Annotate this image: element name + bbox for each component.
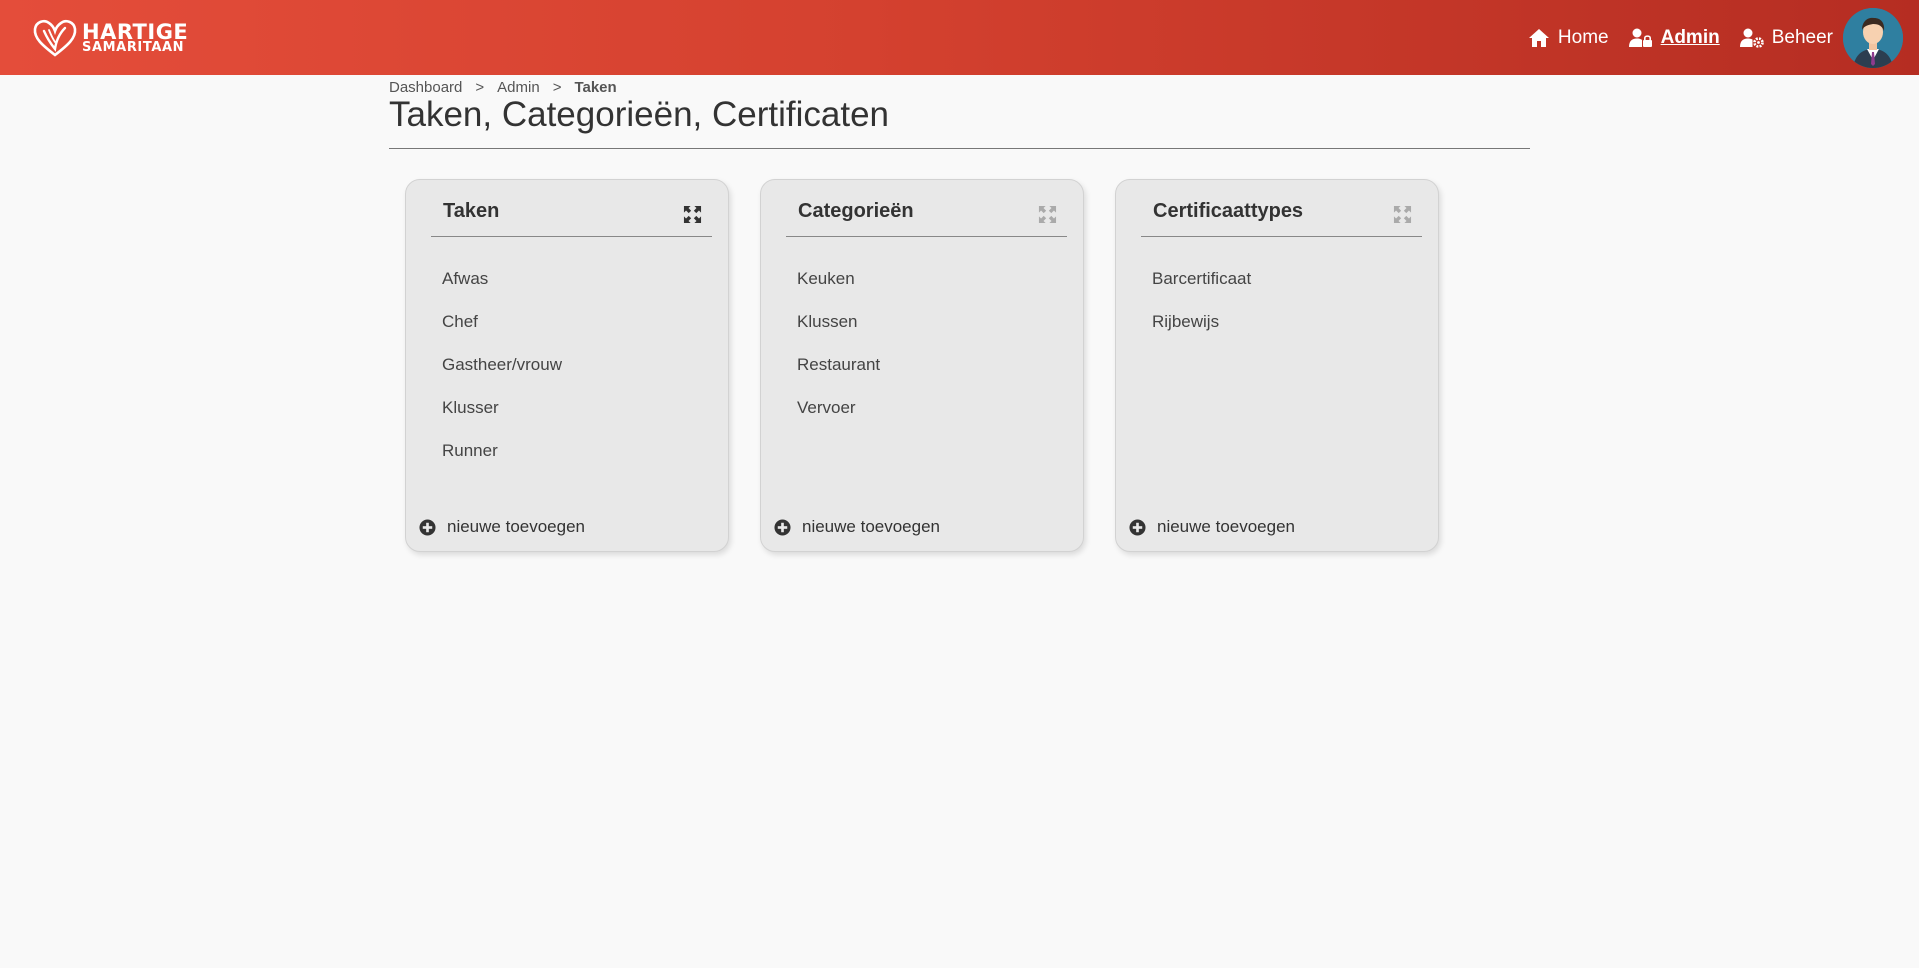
card-header: Categorieën xyxy=(786,180,1067,237)
list-item[interactable]: Restaurant xyxy=(797,354,880,397)
list-item[interactable]: Barcertificaat xyxy=(1152,268,1251,311)
nav-admin-link[interactable]: Admin xyxy=(1628,26,1720,49)
add-new-label: nieuwe toevoegen xyxy=(447,517,586,536)
card-header: Taken xyxy=(431,180,712,237)
brand-logo[interactable]: HARTIGE SAMARITAAN xyxy=(32,18,188,58)
title-divider xyxy=(389,148,1530,149)
card-header: Certificaattypes xyxy=(1141,180,1422,237)
list-item[interactable]: Runner xyxy=(442,440,562,483)
avatar-person-icon xyxy=(1843,7,1903,68)
plus-circle-icon xyxy=(774,518,791,536)
add-new-button[interactable]: nieuwe toevoegen xyxy=(774,517,940,537)
breadcrumb-dashboard[interactable]: Dashboard xyxy=(389,79,462,96)
page-title: Taken, Categorieën, Certificaten xyxy=(389,95,889,134)
brand-line-2: SAMARITAAN xyxy=(82,40,185,55)
list-item[interactable]: Klussen xyxy=(797,311,880,354)
add-new-label: nieuwe toevoegen xyxy=(802,517,941,536)
list-item[interactable]: Keuken xyxy=(797,268,880,311)
card-taken: Taken Afwas Chef Gastheer/vrouw Klusser … xyxy=(405,179,729,552)
card-item-list: Keuken Klussen Restaurant Vervoer xyxy=(797,268,880,440)
add-new-button[interactable]: nieuwe toevoegen xyxy=(419,517,585,537)
add-new-button[interactable]: nieuwe toevoegen xyxy=(1129,517,1295,537)
card-item-list: Afwas Chef Gastheer/vrouw Klusser Runner xyxy=(442,268,562,483)
expand-icon[interactable] xyxy=(1393,205,1412,224)
nav-home-label: Home xyxy=(1557,26,1609,48)
breadcrumb-current: Taken xyxy=(574,79,617,96)
top-navbar: HARTIGE SAMARITAAN Home Admin Beheer xyxy=(0,0,1919,75)
card-categorieen: Categorieën Keuken Klussen Restaurant Ve… xyxy=(760,179,1084,552)
breadcrumb: Dashboard > Admin > Taken xyxy=(389,79,617,96)
list-item[interactable]: Afwas xyxy=(442,268,562,311)
nav-beheer-label: Beheer xyxy=(1771,26,1833,48)
nav-beheer-link[interactable]: Beheer xyxy=(1739,26,1833,49)
main-nav: Home Admin Beheer xyxy=(1528,0,1919,75)
nav-home-link[interactable]: Home xyxy=(1528,27,1609,49)
card-certificaattypes: Certificaattypes Barcertificaat Rijbewij… xyxy=(1115,179,1439,552)
expand-icon[interactable] xyxy=(683,205,702,224)
home-icon xyxy=(1528,28,1549,47)
plus-circle-icon xyxy=(419,518,436,536)
list-item[interactable]: Klusser xyxy=(442,397,562,440)
list-item[interactable]: Gastheer/vrouw xyxy=(442,354,562,397)
expand-icon[interactable] xyxy=(1038,205,1057,224)
user-lock-icon xyxy=(1628,28,1652,47)
nav-admin-label: Admin xyxy=(1660,26,1720,48)
heart-logo-icon xyxy=(33,19,77,57)
user-gear-icon xyxy=(1739,28,1764,48)
card-title: Certificaattypes xyxy=(1153,200,1304,222)
brand-wordmark: HARTIGE SAMARITAAN xyxy=(82,22,188,55)
add-new-label: nieuwe toevoegen xyxy=(1157,517,1296,536)
card-item-list: Barcertificaat Rijbewijs xyxy=(1152,268,1251,354)
breadcrumb-admin[interactable]: Admin xyxy=(497,79,540,96)
list-item[interactable]: Chef xyxy=(442,311,562,354)
card-title: Categorieën xyxy=(798,200,914,222)
plus-circle-icon xyxy=(1129,518,1146,536)
user-avatar[interactable] xyxy=(1843,7,1903,68)
list-item[interactable]: Vervoer xyxy=(797,397,880,440)
card-title: Taken xyxy=(443,200,500,222)
list-item[interactable]: Rijbewijs xyxy=(1152,311,1251,354)
breadcrumb-separator: > xyxy=(552,79,562,96)
breadcrumb-separator: > xyxy=(475,79,485,96)
